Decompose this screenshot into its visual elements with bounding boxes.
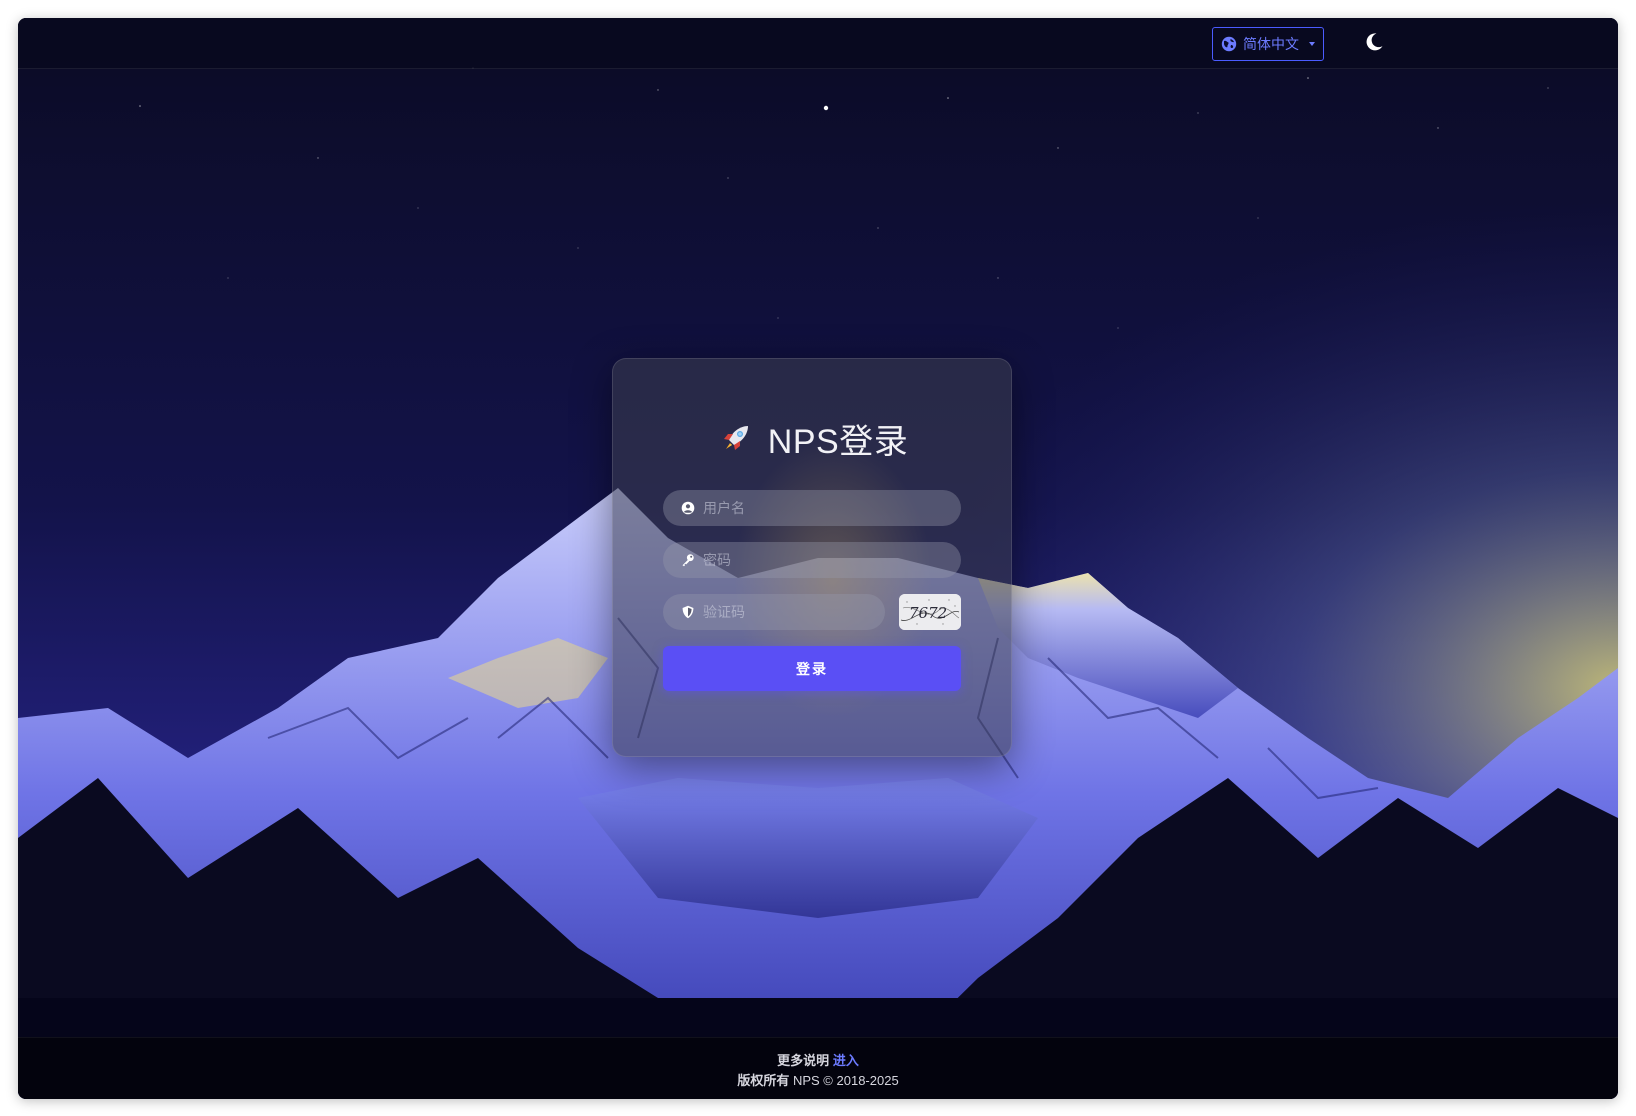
username-field[interactable] — [663, 490, 961, 526]
rocket-icon — [723, 426, 748, 450]
more-info-link[interactable]: 进入 — [833, 1053, 859, 1068]
copyright-prefix: 版权所有 — [737, 1073, 790, 1088]
browser-window: 简体中文 NPS登录 用户名 验证码 7672 登录 更多说明 进入 版权所有 … — [18, 18, 1618, 1099]
copyright-text: NPS © 2018-2025 — [792, 1073, 899, 1088]
captcha-text: 7672 — [909, 604, 947, 622]
footer: 更多说明 进入 版权所有 NPS © 2018-2025 — [18, 1037, 1618, 1099]
globe-icon — [1221, 36, 1237, 52]
username-input[interactable] — [703, 500, 961, 516]
password-field[interactable] — [663, 542, 961, 578]
language-label: 简体中文 — [1243, 36, 1299, 52]
captcha-field[interactable] — [663, 594, 885, 630]
top-bar: 简体中文 — [18, 18, 1618, 69]
language-selector[interactable]: 简体中文 — [1212, 27, 1324, 61]
user-icon — [681, 501, 695, 515]
password-input[interactable] — [703, 552, 961, 568]
shield-icon — [682, 605, 694, 619]
captcha-image[interactable]: 7672 — [899, 594, 961, 630]
key-icon — [682, 554, 694, 567]
login-title-text: NPS登录 — [767, 422, 909, 461]
login-title: NPS登录 — [613, 417, 1013, 461]
footer-copyright: 版权所有 NPS © 2018-2025 — [18, 1070, 1618, 1089]
footer-more-info: 更多说明 进入 — [18, 1050, 1618, 1069]
login-card: NPS登录 用户名 验证码 7672 登录 — [612, 358, 1012, 757]
login-button[interactable]: 登录 — [663, 646, 961, 691]
captcha-graphic: 7672 — [899, 594, 961, 630]
chevron-down-icon — [1309, 42, 1315, 46]
captcha-input[interactable] — [703, 604, 885, 620]
moon-icon[interactable] — [1362, 30, 1386, 54]
more-info-label: 更多说明 — [777, 1053, 830, 1068]
